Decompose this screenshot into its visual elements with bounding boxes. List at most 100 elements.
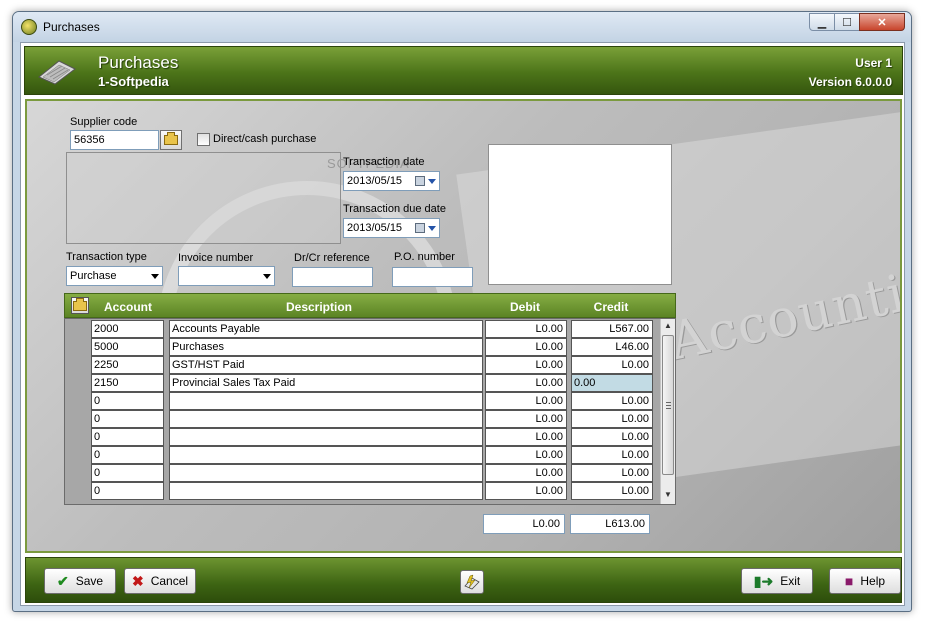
cell-account[interactable]: 0 <box>91 446 164 464</box>
cell-account[interactable]: 0 <box>91 464 164 482</box>
cell-credit[interactable]: L0.00 <box>571 392 653 410</box>
save-button[interactable]: ✔ Save <box>44 568 116 594</box>
app-window: Purchases ▁ ☐ ✕ Purchases 1-Softpedia Us… <box>12 11 912 612</box>
exit-button[interactable]: ▮➜ Exit <box>741 568 813 594</box>
maximize-button[interactable]: ☐ <box>834 13 860 31</box>
help-button[interactable]: ■ Help <box>829 568 901 594</box>
calculator-tool-button[interactable] <box>460 570 484 594</box>
cell-debit[interactable]: L0.00 <box>485 482 567 500</box>
cell-credit[interactable]: L567.00 <box>571 320 653 338</box>
invoice-number-select[interactable] <box>178 266 275 286</box>
table-row[interactable]: 0 L0.00 L0.00 <box>65 392 660 410</box>
total-credit-field: L613.00 <box>570 514 650 534</box>
table-row[interactable]: 0 L0.00 L0.00 <box>65 482 660 500</box>
supplier-lookup-button[interactable] <box>160 130 182 150</box>
transaction-type-select[interactable]: Purchase <box>66 266 163 286</box>
cell-credit[interactable]: L0.00 <box>571 446 653 464</box>
version-label: Version 6.0.0.0 <box>808 75 892 89</box>
po-number-input[interactable] <box>392 267 473 287</box>
cell-debit[interactable]: L0.00 <box>485 410 567 428</box>
drcr-reference-input[interactable] <box>292 267 373 287</box>
save-button-label: Save <box>75 574 104 588</box>
cell-description[interactable]: Accounts Payable <box>169 320 483 338</box>
supplier-image-box <box>488 144 672 285</box>
cell-credit[interactable]: 0.00 <box>571 374 653 392</box>
chevron-down-icon <box>151 274 159 279</box>
cell-debit[interactable]: L0.00 <box>485 392 567 410</box>
table-row[interactable]: 2250 GST/HST Paid L0.00 L0.00 <box>65 356 660 374</box>
app-logo-icon <box>21 19 37 35</box>
scrollbar-thumb[interactable] <box>662 335 674 475</box>
cell-account[interactable]: 0 <box>91 392 164 410</box>
table-row[interactable]: 2150 Provincial Sales Tax Paid L0.00 0.00 <box>65 374 660 392</box>
table-row[interactable]: 0 L0.00 L0.00 <box>65 464 660 482</box>
cell-credit[interactable]: L0.00 <box>571 464 653 482</box>
page-title: Purchases <box>98 53 179 72</box>
checkmark-icon: ✔ <box>56 572 69 589</box>
cell-debit[interactable]: L0.00 <box>485 356 567 374</box>
direct-purchase-checkbox[interactable] <box>197 133 210 146</box>
cancel-button-label: Cancel <box>150 574 189 588</box>
table-row[interactable]: 2000 Accounts Payable L0.00 L567.00 <box>65 320 660 338</box>
table-row[interactable]: 0 L0.00 L0.00 <box>65 428 660 446</box>
transaction-date-picker[interactable]: 2013/05/15 <box>343 171 440 191</box>
user-label: User 1 <box>855 56 892 70</box>
calendar-icon <box>415 176 425 186</box>
table-row[interactable]: 5000 Purchases L0.00 L46.00 <box>65 338 660 356</box>
cell-description[interactable] <box>169 392 483 410</box>
cell-debit[interactable]: L0.00 <box>485 428 567 446</box>
header-band: Purchases 1-Softpedia User 1 Version 6.0… <box>24 46 903 95</box>
close-button[interactable]: ✕ <box>859 13 905 31</box>
grid-lookup-button[interactable] <box>71 297 89 314</box>
grid-scrollbar[interactable]: ▲ ▼ <box>660 319 675 504</box>
cell-description[interactable] <box>169 446 483 464</box>
direct-purchase-label: Direct/cash purchase <box>213 133 317 145</box>
company-name: 1-Softpedia <box>98 74 169 89</box>
cell-credit[interactable]: L0.00 <box>571 356 653 374</box>
scroll-up-arrow-icon[interactable]: ▲ <box>663 321 673 333</box>
cell-debit[interactable]: L0.00 <box>485 464 567 482</box>
cancel-button[interactable]: ✖ Cancel <box>124 568 196 594</box>
window-title: Purchases <box>43 20 100 34</box>
supplier-code-label: Supplier code <box>70 116 138 128</box>
scroll-down-arrow-icon[interactable]: ▼ <box>663 490 673 502</box>
cell-account[interactable]: 0 <box>91 428 164 446</box>
cell-account[interactable]: 2150 <box>91 374 164 392</box>
cell-credit[interactable]: L0.00 <box>571 410 653 428</box>
calendar-icon <box>415 223 425 233</box>
table-row[interactable]: 0 L0.00 L0.00 <box>65 410 660 428</box>
cell-account[interactable]: 2250 <box>91 356 164 374</box>
cell-credit[interactable]: L46.00 <box>571 338 653 356</box>
cell-debit[interactable]: L0.00 <box>485 374 567 392</box>
transaction-date-value: 2013/05/15 <box>347 175 403 187</box>
title-bar[interactable]: Purchases ▁ ☐ ✕ <box>13 12 911 42</box>
footer-bar: ✔ Save ✖ Cancel ▮➜ Exit ■ Help <box>25 557 902 603</box>
chevron-down-icon <box>263 274 271 279</box>
cell-debit[interactable]: L0.00 <box>485 446 567 464</box>
invoice-number-label: Invoice number <box>178 252 254 264</box>
cell-account[interactable]: 2000 <box>91 320 164 338</box>
supplier-code-input[interactable]: 56356 <box>70 130 159 150</box>
table-row[interactable]: 0 L0.00 L0.00 <box>65 446 660 464</box>
exit-door-icon: ▮➜ <box>753 572 774 589</box>
column-header-credit: Credit <box>593 300 629 314</box>
cell-description[interactable]: GST/HST Paid <box>169 356 483 374</box>
cell-description[interactable]: Purchases <box>169 338 483 356</box>
minimize-button[interactable]: ▁ <box>809 13 835 31</box>
cell-credit[interactable]: L0.00 <box>571 482 653 500</box>
cell-description[interactable] <box>169 428 483 446</box>
cross-icon: ✖ <box>131 572 144 589</box>
cell-description[interactable] <box>169 410 483 428</box>
cell-description[interactable]: Provincial Sales Tax Paid <box>169 374 483 392</box>
cell-debit[interactable]: L0.00 <box>485 320 567 338</box>
due-date-picker[interactable]: 2013/05/15 <box>343 218 440 238</box>
cell-account[interactable]: 5000 <box>91 338 164 356</box>
cell-account[interactable]: 0 <box>91 482 164 500</box>
cell-description[interactable] <box>169 482 483 500</box>
cell-account[interactable]: 0 <box>91 410 164 428</box>
cell-credit[interactable]: L0.00 <box>571 428 653 446</box>
folder-lookup-icon <box>164 132 178 145</box>
cell-description[interactable] <box>169 464 483 482</box>
due-date-value: 2013/05/15 <box>347 222 403 234</box>
cell-debit[interactable]: L0.00 <box>485 338 567 356</box>
